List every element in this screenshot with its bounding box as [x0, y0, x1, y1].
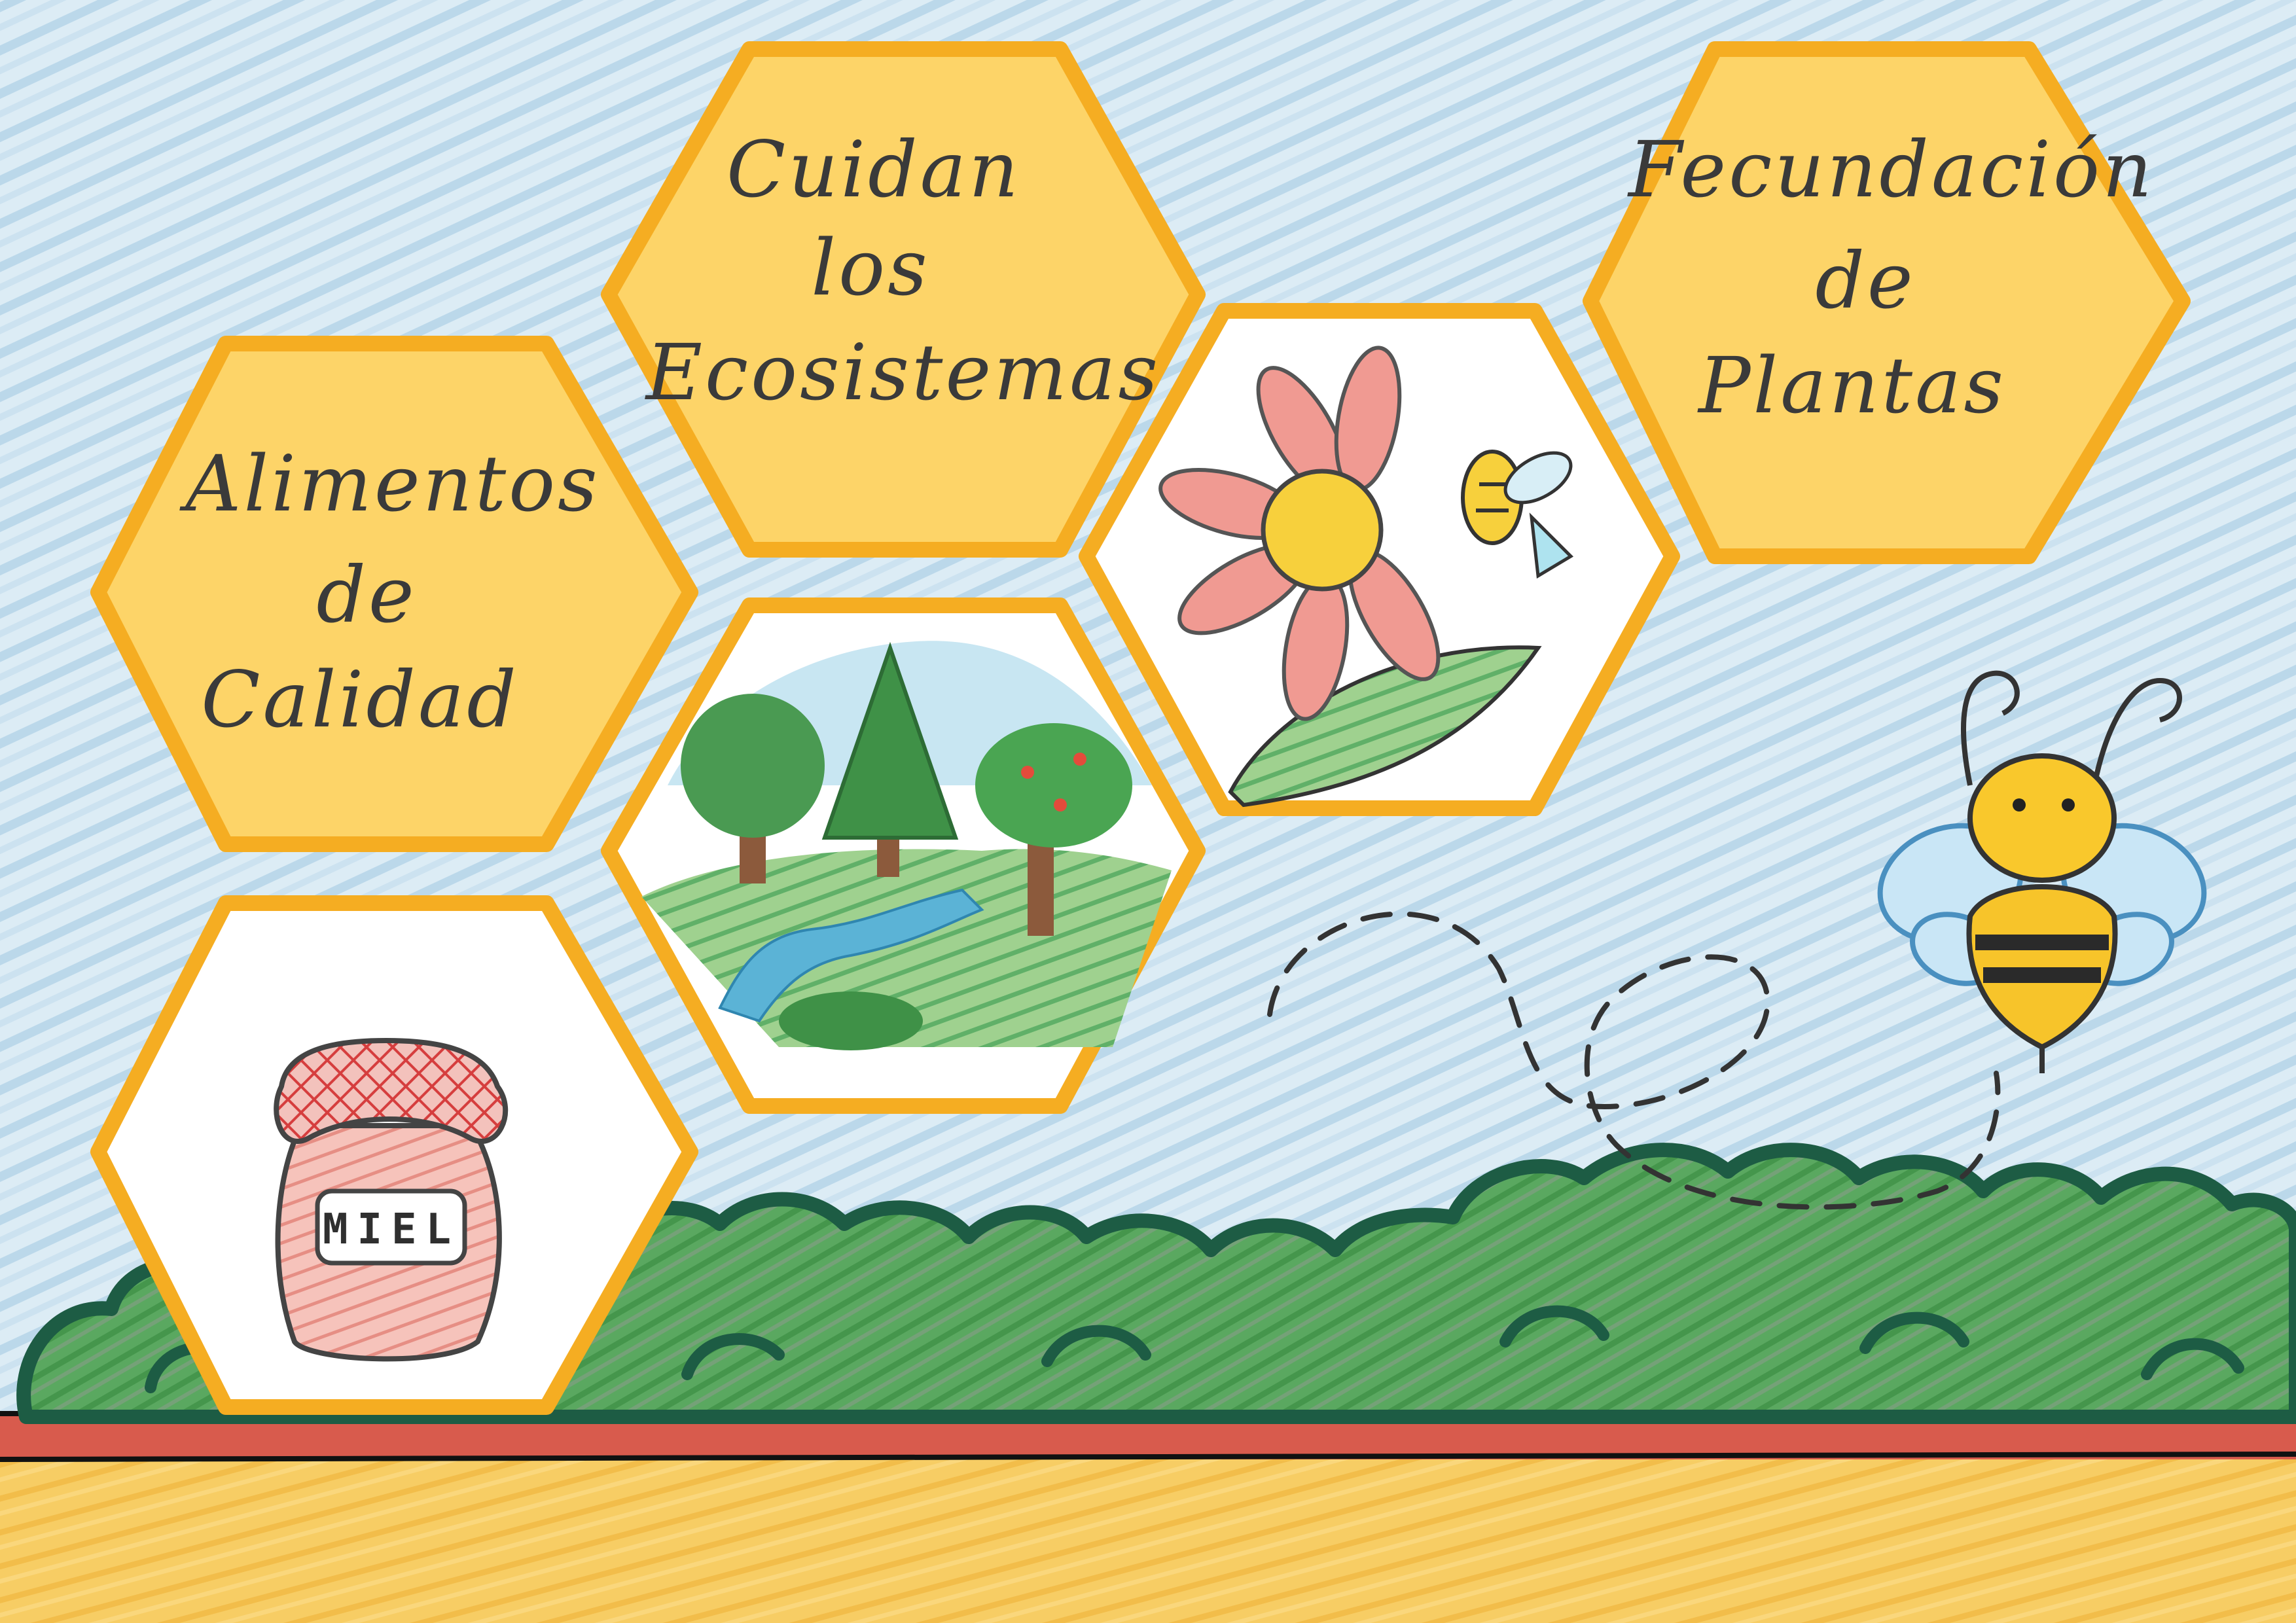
hex-cuidan-line-2: los [811, 223, 929, 313]
honey-jar-icon: MIEL [274, 1037, 509, 1362]
hex-alimentos-line-1: Alimentos [179, 438, 600, 529]
hex-flower-bee [1079, 303, 1680, 816]
hex-alimentos-line-3: Calidad [201, 654, 519, 745]
hex-cuidan-line-3: Ecosistemas [645, 327, 1160, 418]
scene: Alimentos de Calidad MIEL Cuidan los Eco… [0, 0, 2296, 1623]
hex-fecundacion-line-2: de [1815, 236, 1915, 326]
hex-cuidan-line-1: Cuidan [726, 124, 1021, 215]
jar-label: MIEL [323, 1205, 460, 1254]
ground [0, 1453, 2296, 1623]
hex-alimentos-line-2: de [316, 550, 416, 640]
hex-fecundacion-line-3: Plantas [1697, 340, 2006, 431]
hex-fecundacion-line-1: Fecundación [1627, 124, 2155, 215]
